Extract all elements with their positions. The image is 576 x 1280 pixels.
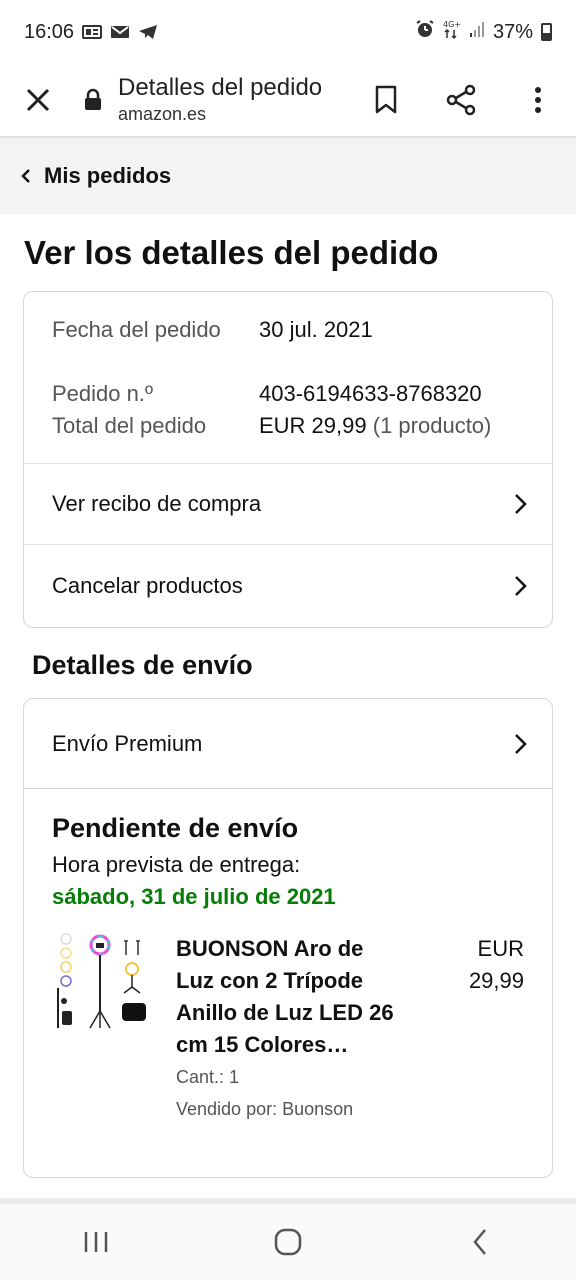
back-to-orders[interactable]: Mis pedidos bbox=[0, 138, 576, 214]
recent-apps-button[interactable] bbox=[56, 1204, 136, 1280]
status-right: 4G+ 37% bbox=[415, 19, 552, 45]
view-receipt-link[interactable]: Ver recibo de compra bbox=[24, 464, 552, 545]
order-date-row: Fecha del pedido 30 jul. 2021 bbox=[52, 314, 524, 378]
system-nav-bar bbox=[0, 1204, 576, 1280]
close-button[interactable] bbox=[0, 63, 76, 137]
order-date-label: Fecha del pedido bbox=[52, 317, 221, 342]
delivery-eta-date: sábado, 31 de julio de 2021 bbox=[52, 884, 336, 909]
order-summary: Fecha del pedido 30 jul. 2021 Pedido n.º… bbox=[24, 292, 552, 464]
order-number-value: 403-6194633-8768320 bbox=[259, 381, 482, 406]
product-info: BUONSON Aro de Luz con 2 Trípode Anillo … bbox=[176, 933, 444, 1125]
order-total-amount: EUR 29,99 bbox=[259, 413, 367, 438]
recent-apps-icon bbox=[84, 1232, 108, 1252]
url-host: amazon.es bbox=[118, 104, 207, 124]
product-quantity: Cant.: 1 bbox=[176, 1067, 240, 1087]
order-total-row: Total del pedido EUR 29,99 (1 producto) bbox=[52, 410, 524, 442]
shipping-section-title: Detalles de envío bbox=[32, 650, 253, 680]
product-item[interactable]: BUONSON Aro de Luz con 2 Trípode Anillo … bbox=[52, 933, 524, 1125]
signal-icon bbox=[469, 20, 485, 44]
close-icon bbox=[26, 88, 50, 112]
page-title: Ver los detalles del pedido bbox=[24, 234, 439, 271]
product-seller: Vendido por: Buonson bbox=[176, 1099, 354, 1119]
page-tab-title: Detalles del pedido bbox=[118, 74, 323, 101]
shipping-method-link[interactable]: Envío Premium bbox=[24, 699, 552, 789]
bookmark-button[interactable] bbox=[348, 63, 424, 137]
back-label: Mis pedidos bbox=[44, 163, 172, 188]
order-total-label: Total del pedido bbox=[52, 413, 207, 438]
order-total-items: (1 producto) bbox=[372, 413, 492, 438]
order-number-label: Pedido n.º bbox=[52, 381, 153, 406]
battery-icon bbox=[541, 23, 552, 41]
back-icon bbox=[473, 1229, 486, 1255]
browser-toolbar: Detalles del pedido amazon.es bbox=[0, 64, 576, 138]
mail-icon bbox=[110, 24, 130, 40]
chevron-right-icon bbox=[515, 494, 527, 514]
shipment-block: Pendiente de envío Hora prevista de entr… bbox=[24, 789, 552, 1125]
product-title[interactable]: BUONSON Aro de Luz con 2 Trípode Anillo … bbox=[176, 933, 406, 1061]
product-price-value: 29,99 bbox=[468, 968, 524, 993]
battery-text: 37% bbox=[492, 20, 533, 43]
view-receipt-label: Ver recibo de compra bbox=[52, 491, 262, 516]
product-price-currency: EUR bbox=[477, 936, 524, 961]
cancel-products-label: Cancelar productos bbox=[52, 572, 243, 598]
share-button[interactable] bbox=[424, 63, 500, 137]
delivery-eta-label: Hora prevista de entrega: bbox=[52, 852, 301, 877]
4g-icon: 4G+ bbox=[443, 19, 461, 45]
shipping-card: Envío Premium Pendiente de envío Hora pr… bbox=[23, 698, 553, 1178]
telegram-icon bbox=[138, 24, 158, 40]
lock-icon[interactable] bbox=[76, 63, 110, 137]
home-icon bbox=[274, 1228, 302, 1256]
chevron-left-icon bbox=[20, 168, 40, 184]
share-icon bbox=[446, 84, 476, 116]
svg-text:4G+: 4G+ bbox=[443, 20, 461, 29]
bookmark-icon bbox=[375, 85, 397, 114]
product-price: EUR 29,99 bbox=[444, 933, 524, 1125]
order-date-value: 30 jul. 2021 bbox=[259, 317, 373, 342]
status-time: 16:06 bbox=[24, 20, 75, 43]
order-total-value: EUR 29,99 (1 producto) bbox=[259, 410, 491, 442]
news-icon bbox=[82, 24, 103, 40]
product-image[interactable] bbox=[52, 933, 152, 1033]
url-block[interactable]: Detalles del pedido amazon.es bbox=[110, 74, 348, 126]
order-summary-card: Fecha del pedido 30 jul. 2021 Pedido n.º… bbox=[23, 291, 553, 628]
shipment-status: Pendiente de envío bbox=[52, 813, 299, 843]
cancel-products-link[interactable]: Cancelar productos bbox=[24, 545, 552, 626]
alarm-icon bbox=[415, 19, 435, 45]
more-vert-icon bbox=[535, 87, 541, 113]
chevron-right-icon bbox=[515, 575, 527, 596]
more-options-button[interactable] bbox=[500, 63, 576, 137]
status-bar: 16:06 4G+ 37% bbox=[0, 0, 576, 64]
status-left: 16:06 bbox=[24, 21, 158, 44]
chevron-right-icon bbox=[515, 733, 527, 754]
order-number-row: Pedido n.º 403-6194633-8768320 bbox=[52, 378, 524, 410]
shipping-method-label: Envío Premium bbox=[52, 730, 203, 756]
home-button[interactable] bbox=[248, 1204, 328, 1280]
back-button[interactable] bbox=[440, 1204, 520, 1280]
